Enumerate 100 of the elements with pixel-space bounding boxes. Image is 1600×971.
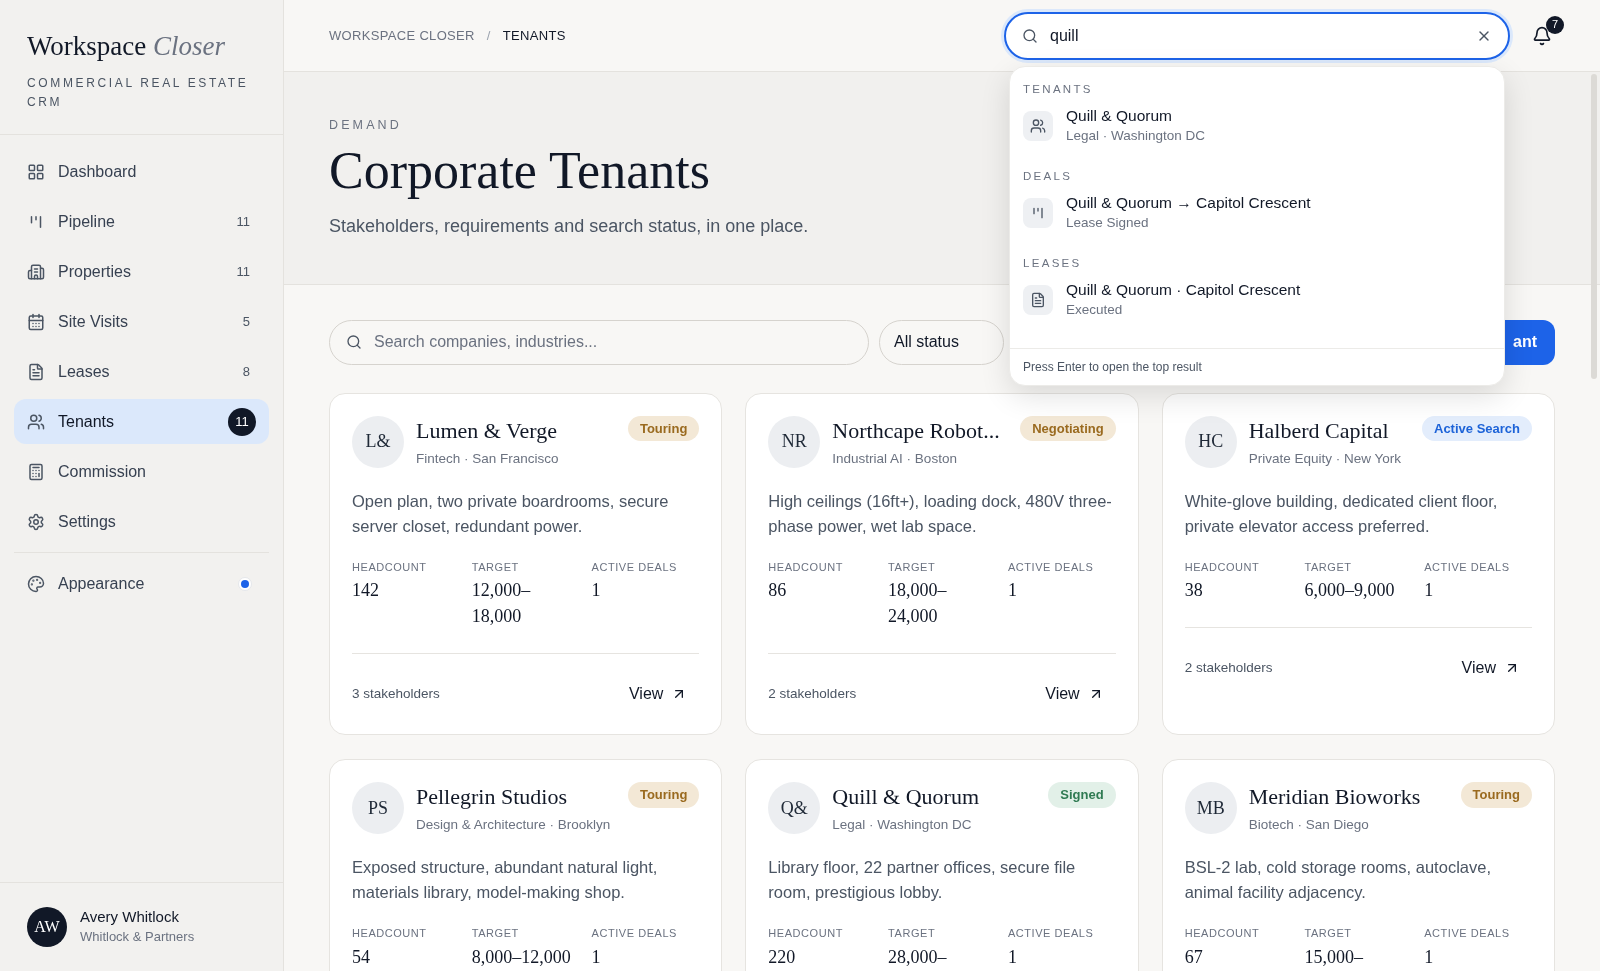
stat-value: 54 xyxy=(352,945,371,969)
building-icon xyxy=(27,262,45,281)
tenant-search-field[interactable]: Search companies, industries... xyxy=(329,319,869,365)
search-icon xyxy=(1022,27,1038,44)
search-hint: Press Enter to open the top result xyxy=(1010,348,1504,386)
status-badge: Signed xyxy=(1048,782,1116,808)
stat-label: ACTIVE DEALS xyxy=(1424,559,1511,575)
tenant-card[interactable] xyxy=(1161,392,1555,736)
requirements-text: Exposed structure, abundant natural light, materials library, model-making shop. xyxy=(352,857,659,904)
nav-item[interactable]: Pipeline 11 xyxy=(14,199,269,244)
stat-label: TARGET xyxy=(1304,926,1353,942)
stat-value: 1 xyxy=(1424,945,1435,969)
status-badge: Negotiating xyxy=(1020,415,1116,442)
company-meta: Private Equity · New York xyxy=(1248,449,1402,468)
status-badge: Touring xyxy=(627,415,700,442)
stat-value: 1 xyxy=(1007,579,1018,603)
nav-item[interactable]: Commission xyxy=(14,449,269,494)
grid-icon xyxy=(27,162,45,181)
stat-label: HEADCOUNT xyxy=(768,926,844,942)
stat-label: TARGET xyxy=(1304,559,1353,575)
avatar: Q& xyxy=(768,782,821,835)
tenant-card[interactable]: Q& Quill & Quorum Legal · Washington DC Signed Library floor, 22 partner offices, secure file room, prestigious lobby. HEADCOUNT 220 TARGET 28,000– ACTIVE DEALS 1 xyxy=(745,759,1139,971)
stat-label: HEADCOUNT xyxy=(352,926,428,942)
eyebrow-label: DEMAND xyxy=(329,117,402,134)
view-button[interactable]: View xyxy=(1033,678,1116,711)
tenant-card[interactable]: L& Lumen & Verge Fintech · San Francisco Touring Open plan, two private boardrooms, secure server closet, redundant power. HEADCOUNT 142 TARGET 12,000–18,000 ACTIVE DEALS 1 3 stakeholders View xyxy=(329,392,723,736)
company-meta: Fintech · San Francisco xyxy=(416,449,560,468)
result-section-label: LEASES xyxy=(1023,256,1083,271)
calculator-icon xyxy=(27,462,45,481)
stakeholder-count: 2 stakeholders xyxy=(768,685,857,704)
result-section-label: DEALS xyxy=(1023,168,1074,184)
page-subtitle: Stakeholders, requirements and search status, in one place. xyxy=(329,214,809,238)
user-name: Avery Whitlock xyxy=(80,907,180,927)
stat-value: 28,000– xyxy=(888,945,948,969)
company-name: Halberd Capital xyxy=(1248,416,1390,445)
search-result[interactable]: Quill & Quorum → Capitol Crescent Lease Signed xyxy=(1023,193,1491,233)
stat-value: 18,000–24,000 xyxy=(888,579,948,629)
company-name: Meridian Bioworks xyxy=(1248,783,1422,812)
stat-value: 1 xyxy=(591,945,602,969)
requirements-text: High ceilings (16ft+), loading dock, 480V three-phase power, wet lab space. xyxy=(768,490,1113,537)
status-badge: Touring xyxy=(627,782,700,808)
stat-label: HEADCOUNT xyxy=(352,559,428,575)
tenant-card[interactable] xyxy=(745,392,1139,736)
stat-label: HEADCOUNT xyxy=(1184,926,1261,942)
search-result[interactable]: Quill & Quorum · Capitol Crescent Executed xyxy=(1023,280,1491,321)
stat-value: 1 xyxy=(1007,945,1018,969)
stat-label: TARGET xyxy=(888,926,937,942)
nav-item[interactable]: Appearance xyxy=(14,561,269,606)
result-section-label: TENANTS xyxy=(1023,81,1094,97)
nav-item[interactable]: Dashboard xyxy=(14,149,269,194)
avatar: HC xyxy=(1184,415,1237,468)
avatar: MB xyxy=(1184,782,1237,835)
nav-item[interactable]: Tenants 11 xyxy=(14,399,269,444)
view-button[interactable]: View xyxy=(1449,652,1532,685)
calendar-icon xyxy=(27,312,45,331)
stat-value: 67 xyxy=(1184,945,1204,969)
stat-label: TARGET xyxy=(471,926,520,942)
tenant-card[interactable]: PS Pellegrin Studios Design & Architecture · Brooklyn Touring Exposed structure, abundant natural light, materials library, model-making shop. HEADCOUNT 54 TARGET 8,000–12,000 ACTIVE DEALS 1 xyxy=(329,759,723,971)
company-name: Pellegrin Studios xyxy=(416,783,568,812)
stat-label: HEADCOUNT xyxy=(1184,559,1261,575)
search-icon xyxy=(346,334,362,351)
view-button[interactable]: View xyxy=(616,678,700,711)
stat-label: TARGET xyxy=(888,559,937,575)
breadcrumb-link[interactable]: WORKSPACE CLOSER xyxy=(329,25,475,46)
stat-value: 12,000–18,000 xyxy=(471,579,532,629)
stat-label: ACTIVE DEALS xyxy=(1424,926,1511,942)
requirements-text: White-glove building, dedicated client floor, private elevator access preferred. xyxy=(1184,490,1499,537)
brand-logo: Workspace Closer xyxy=(27,30,227,62)
stat-label: ACTIVE DEALS xyxy=(591,926,678,942)
global-search-field[interactable]: quill xyxy=(1004,11,1510,60)
nav-item[interactable]: Site Visits 5 xyxy=(14,299,269,344)
tenant-card[interactable]: MB Meridian Bioworks Biotech · San Diego Touring BSL-2 lab, cold storage rooms, autoclave, animal facility adjacency. HEADCOUNT 67 TARGET 15,000– ACTIVE DEALS 1 xyxy=(1161,759,1555,971)
requirements-text: BSL-2 lab, cold storage rooms, autoclave, animal facility adjacency. xyxy=(1184,857,1492,904)
breadcrumb-separator: / xyxy=(486,26,491,45)
search-result[interactable]: Quill & Quorum Legal · Washington DC xyxy=(1023,105,1491,146)
user-company: Whitlock & Partners xyxy=(80,928,195,946)
stat-value: 15,000– xyxy=(1304,945,1364,969)
count-text: 8 xyxy=(242,362,251,381)
status-badge: Active Search xyxy=(1422,415,1532,442)
count-badge: 11 xyxy=(228,407,256,436)
stat-value: 1 xyxy=(1424,579,1435,603)
avatar: NR xyxy=(768,415,821,468)
stat-label: HEADCOUNT xyxy=(768,559,844,575)
stat-value: 142 xyxy=(352,579,380,603)
bars-icon xyxy=(1030,205,1046,221)
nav-item[interactable]: Settings xyxy=(14,499,269,544)
user-avatar[interactable]: AW xyxy=(27,907,67,947)
nav-item[interactable]: Leases 8 xyxy=(14,349,269,394)
stat-label: ACTIVE DEALS xyxy=(591,559,678,575)
requirements-text: Open plan, two private boardrooms, secure server closet, redundant power. xyxy=(352,490,670,537)
company-name: Quill & Quorum xyxy=(832,783,980,812)
company-meta: Design & Architecture · Brooklyn xyxy=(416,816,612,835)
count-text: 11 xyxy=(236,212,251,231)
stat-label: TARGET xyxy=(471,559,520,575)
stat-value: 8,000–12,000 xyxy=(471,945,572,969)
palette-icon xyxy=(27,574,45,593)
requirements-text: Library floor, 22 partner offices, secure file room, prestigious lobby. xyxy=(768,857,1077,904)
nav-item[interactable]: Properties 11 xyxy=(14,249,269,294)
bell-icon[interactable] xyxy=(1532,25,1552,46)
breadcrumb-current: TENANTS xyxy=(502,26,566,45)
